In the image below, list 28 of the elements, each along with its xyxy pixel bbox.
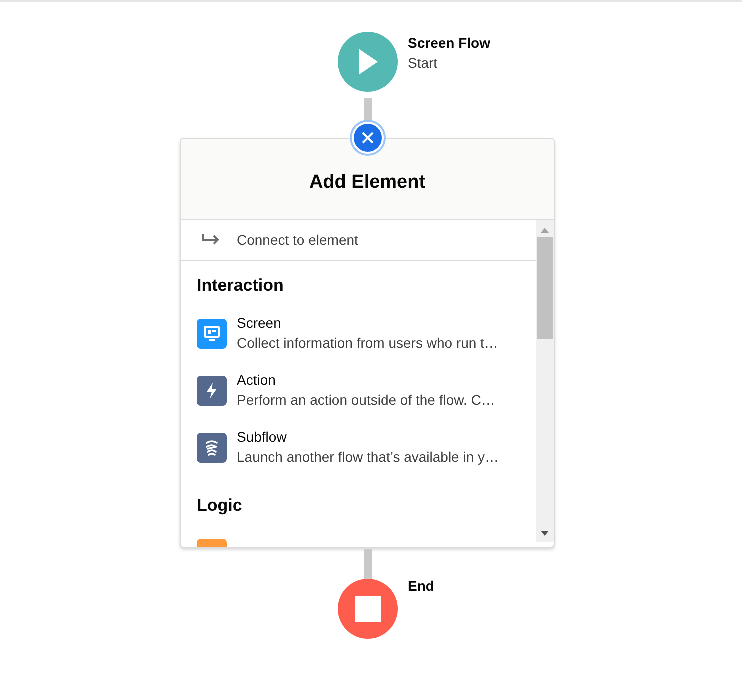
scroll-up-icon[interactable] — [541, 228, 549, 233]
play-icon — [357, 48, 379, 76]
scrollbar[interactable] — [536, 220, 554, 542]
end-label: End — [408, 577, 434, 596]
element-name: Screen — [237, 314, 282, 333]
scroll-down-icon[interactable] — [541, 531, 549, 536]
section-heading: Logic — [197, 496, 244, 516]
element-item[interactable]: Subflow Launch another flow that’s available in y… — [197, 430, 526, 467]
close-button[interactable] — [352, 122, 384, 154]
scroll-thumb[interactable] — [537, 237, 553, 339]
element-description: Perform an action outside of the flow. C… — [237, 391, 496, 410]
screen-icon — [197, 319, 227, 349]
close-icon — [362, 132, 374, 144]
action-icon — [197, 376, 227, 406]
arrow-icon — [201, 233, 221, 247]
element-description: Collect information from users who run t… — [237, 334, 498, 353]
connect-menu-item[interactable]: Connect to element — [181, 220, 536, 261]
panel-title: Add Element — [309, 170, 426, 195]
flow-title: Screen Flow — [408, 34, 490, 53]
start-label: Start — [408, 54, 439, 73]
stop-icon — [355, 596, 381, 622]
element-item[interactable]: Action Perform an action outside of the flow. C… — [197, 373, 526, 410]
element-description: Launch another flow that’s available in y… — [237, 448, 500, 467]
element-name: Subflow — [237, 428, 288, 447]
subflow-icon — [197, 433, 227, 463]
element-name: Action — [237, 371, 277, 390]
section-heading: Interaction — [197, 276, 285, 296]
element-item[interactable]: Screen Collect information from users who run t… — [197, 316, 526, 353]
